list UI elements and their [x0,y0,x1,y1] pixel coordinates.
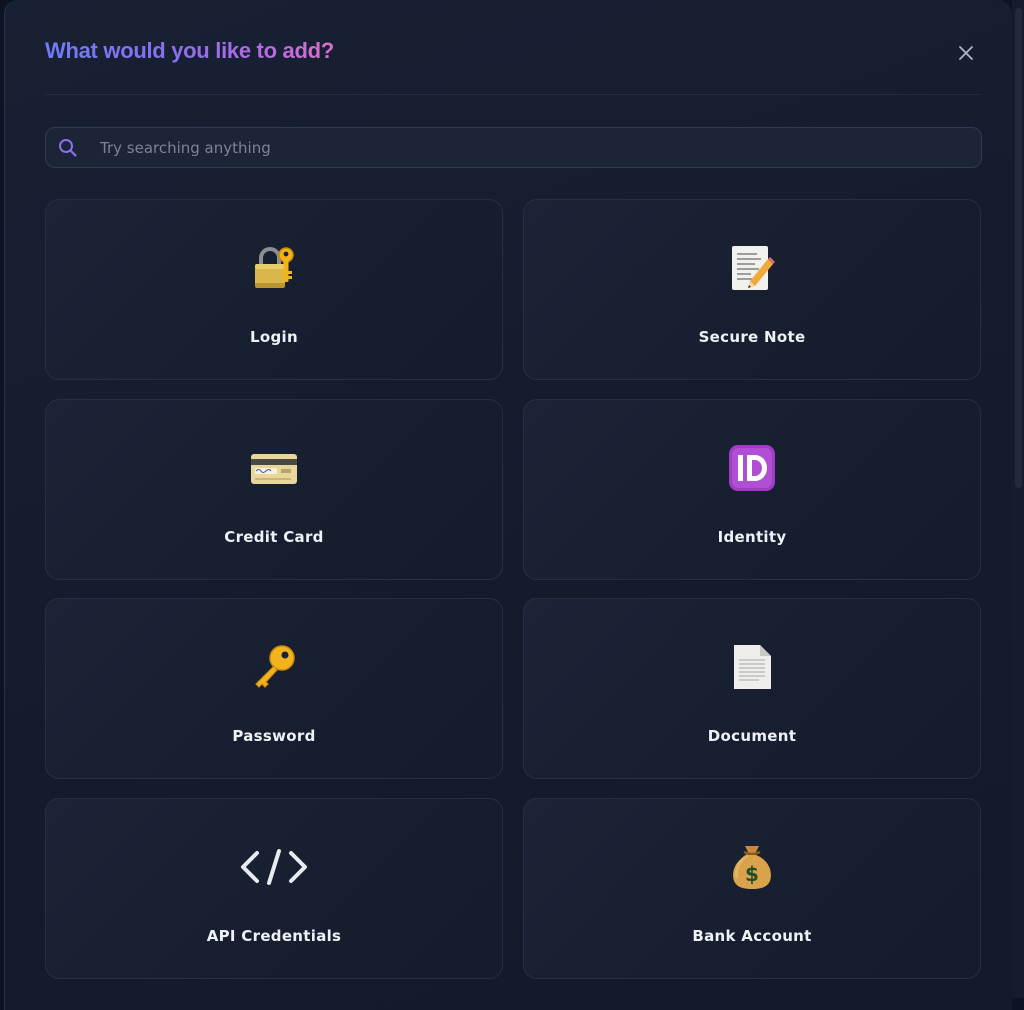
search-icon [59,139,77,157]
add-api-credentials-label: API Credentials [206,927,342,945]
add-identity-card[interactable]: Identity [523,399,981,580]
search-box [45,127,982,168]
add-secure-note-label: Secure Note [698,328,806,346]
add-identity-label: Identity [717,528,787,546]
code-brackets-icon [46,839,502,895]
add-bank-account-card[interactable]: $ Bank Account [523,798,981,979]
add-document-label: Document [707,727,797,745]
scrollbar-thumb[interactable] [1015,8,1022,488]
add-credit-card-card[interactable]: Credit Card [45,399,503,580]
add-secure-note-card[interactable]: Secure Note [523,199,981,380]
svg-text:$: $ [745,862,759,886]
key-icon [46,639,502,695]
add-item-dialog: What would you like to add? Try searchin… [4,0,1012,1010]
add-login-label: Login [250,328,298,346]
close-icon [959,46,973,60]
add-password-label: Password [232,727,316,745]
search-input[interactable] [100,128,960,167]
add-password-card[interactable]: Password [45,598,503,779]
lock-with-key-icon [46,240,502,296]
add-bank-account-label: Bank Account [692,927,812,945]
add-login-card[interactable]: Login [45,199,503,380]
document-icon [524,639,980,695]
dialog-title: What would you like to add? [45,38,334,63]
id-badge-icon [524,440,980,496]
money-bag-icon: $ [524,839,980,895]
memo-icon [524,240,980,296]
header-divider [45,94,981,95]
add-document-card[interactable]: Document [523,598,981,779]
scrollbar[interactable] [1012,0,1024,998]
close-button[interactable] [949,36,983,70]
add-credit-card-label: Credit Card [224,528,324,546]
add-api-credentials-card[interactable]: API Credentials [45,798,503,979]
credit-card-icon [46,440,502,496]
